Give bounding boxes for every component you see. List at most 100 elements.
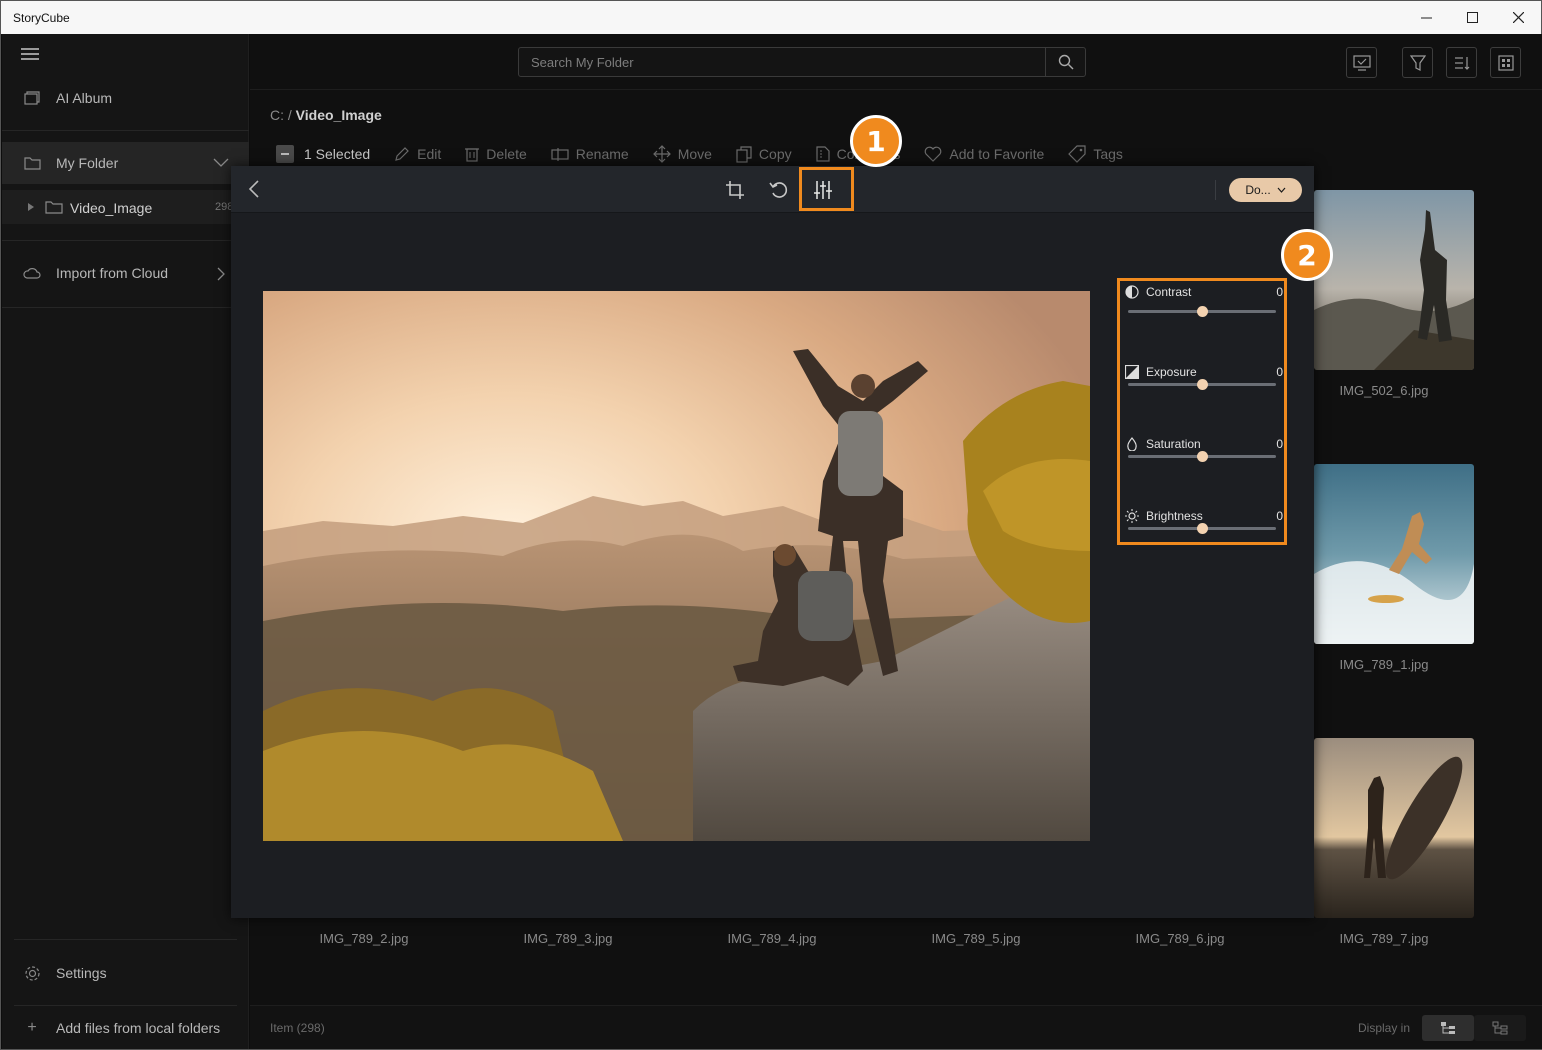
divider [2,240,249,241]
sidebar-item-my-folder[interactable]: My Folder [2,142,249,184]
editor-toolbar: Do... [231,166,1314,213]
divider [2,307,249,308]
sidebar-item-import-cloud[interactable]: Import from Cloud [2,259,249,287]
thumbnail-label: IMG_789_1.jpg [1339,657,1429,672]
view-mode-button[interactable] [1490,47,1521,78]
sort-button[interactable] [1446,47,1477,78]
sidebar-item-label: AI Album [56,90,113,106]
thumbnail[interactable] [1314,738,1474,918]
photo-canvas [263,291,1090,841]
plus-icon: + [27,1019,37,1036]
sidebar-item-settings[interactable]: Settings [2,959,249,987]
tags-button[interactable]: Tags [1068,145,1123,163]
rename-label: Rename [575,146,629,162]
tags-label: Tags [1093,146,1123,162]
thumbnail-label: IMG_789_5.jpg [931,931,1021,946]
copy-icon [736,145,752,163]
grid-icon [1497,54,1514,71]
add-favorite-label: Add to Favorite [949,146,1045,162]
rotate-button[interactable] [767,178,791,202]
delete-button[interactable]: Delete [465,146,527,162]
search-icon [1058,54,1073,70]
expand-arrow-icon [28,203,34,211]
thumbnail-image [1314,190,1474,370]
search-button[interactable] [1045,48,1085,76]
pencil-icon [395,147,410,161]
folder-icon [45,201,63,214]
divider [250,89,1542,90]
display-list-button[interactable] [1474,1015,1526,1041]
add-files-button[interactable]: + Add files from local folders [2,1014,249,1042]
minimize-icon [1420,17,1432,19]
move-icon [652,145,671,163]
slideshow-button[interactable] [1346,47,1377,78]
sidebar-item-label: Import from Cloud [56,265,169,281]
thumbnail-label: IMG_789_3.jpg [523,931,613,946]
list-view-icon [1492,1021,1508,1035]
app-title: StoryCube [13,11,70,25]
divider [2,130,249,131]
copy-button[interactable]: Copy [736,145,792,163]
edit-button[interactable]: Edit [394,146,441,162]
highlight-adjust-button [799,167,854,211]
maximize-icon [1466,12,1478,23]
gear-icon [22,965,42,981]
highlight-adjust-panel [1117,278,1287,545]
add-favorite-button[interactable]: Add to Favorite [924,146,1044,162]
sidebar-item-video-image[interactable]: Video_Image 298 [2,190,249,224]
sort-icon [1454,56,1469,70]
thumbnail-label: IMG_789_7.jpg [1339,931,1429,946]
status-bar: Item (298) Display in [250,1005,1542,1049]
app-window: StoryCube AI Album My Folder Video_Image… [0,0,1542,1050]
thumbnail-label: IMG_502_6.jpg [1339,383,1429,398]
selected-count: 1 Selected [304,146,371,162]
rename-icon [551,148,569,161]
back-arrow-icon[interactable] [247,179,261,199]
thumbnail[interactable] [1314,464,1474,644]
crop-icon [726,181,744,199]
album-icon [22,90,42,106]
sidebar-item-label: Video_Image [70,200,153,216]
move-button[interactable]: Move [652,145,712,163]
compress-icon [816,146,830,162]
breadcrumb-current: Video_Image [295,107,382,123]
display-tree-button[interactable] [1422,1015,1474,1041]
thumbnail-image [1314,464,1474,644]
thumbnail[interactable] [1314,190,1474,370]
done-button[interactable]: Do... [1229,178,1302,202]
close-button[interactable] [1495,1,1541,34]
edit-label: Edit [417,146,442,162]
crop-button[interactable] [723,178,747,202]
sidebar: AI Album My Folder Video_Image 298 Impor… [2,34,249,1049]
edit-photo [263,291,1090,841]
filter-icon [1409,54,1426,71]
move-label: Move [677,146,712,162]
maximize-button[interactable] [1449,1,1495,34]
search-input[interactable] [519,48,1045,76]
callout-badge-1: 1 [850,115,902,167]
breadcrumb-separator: / [287,107,292,123]
menu-icon[interactable] [21,48,39,60]
divider [14,939,237,940]
chevron-down-icon [1277,187,1286,193]
copy-label: Copy [758,146,792,162]
divider [14,1005,237,1006]
folder-icon [22,155,42,171]
search-box [518,47,1086,77]
rotate-icon [769,182,788,198]
tag-icon [1068,145,1086,163]
rename-button[interactable]: Rename [551,146,629,162]
minimize-button[interactable] [1403,1,1449,34]
add-files-label: Add files from local folders [56,1020,221,1036]
heart-icon [925,146,942,162]
trash-icon [465,148,480,162]
sidebar-item-label: Settings [56,965,107,981]
title-bar: StoryCube [1,1,1541,34]
breadcrumb-root[interactable]: C: [270,107,284,123]
thumbnail-label: IMG_789_4.jpg [727,931,817,946]
close-icon [1512,12,1524,23]
sidebar-item-ai-album[interactable]: AI Album [2,84,249,112]
deselect-checkbox[interactable] [276,145,294,163]
filter-button[interactable] [1402,47,1433,78]
selection-indicator[interactable]: 1 Selected [276,145,370,163]
